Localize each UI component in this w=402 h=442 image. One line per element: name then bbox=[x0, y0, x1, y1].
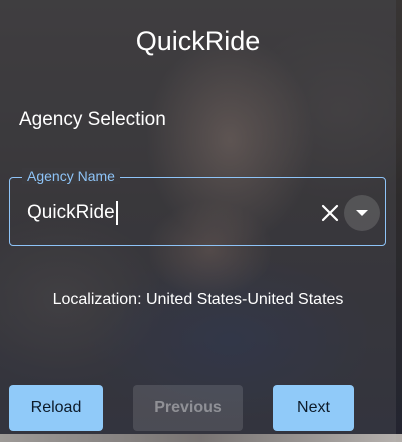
section-heading: Agency Selection bbox=[19, 109, 166, 130]
next-button[interactable]: Next bbox=[273, 385, 354, 431]
previous-button[interactable]: Previous bbox=[133, 385, 243, 431]
agency-name-input-value[interactable]: QuickRide bbox=[27, 201, 118, 225]
reload-button[interactable]: Reload bbox=[9, 385, 103, 431]
background-photo: QuickRide Agency Selection Agency Name Q… bbox=[0, 0, 402, 442]
frame-edge bbox=[396, 0, 402, 442]
agency-name-field[interactable]: Agency Name QuickRide bbox=[9, 168, 386, 246]
frame-edge-bottom bbox=[0, 434, 402, 442]
agency-selection-panel: QuickRide Agency Selection Agency Name Q… bbox=[0, 0, 396, 434]
dropdown-toggle-button[interactable] bbox=[344, 195, 380, 231]
localization-text: Localization: United States-United State… bbox=[52, 291, 344, 308]
app-title: QuickRide bbox=[135, 26, 261, 56]
caret-down-icon bbox=[356, 210, 368, 216]
clear-button[interactable] bbox=[319, 202, 341, 224]
close-icon bbox=[321, 204, 339, 222]
agency-name-label: Agency Name bbox=[22, 168, 120, 184]
